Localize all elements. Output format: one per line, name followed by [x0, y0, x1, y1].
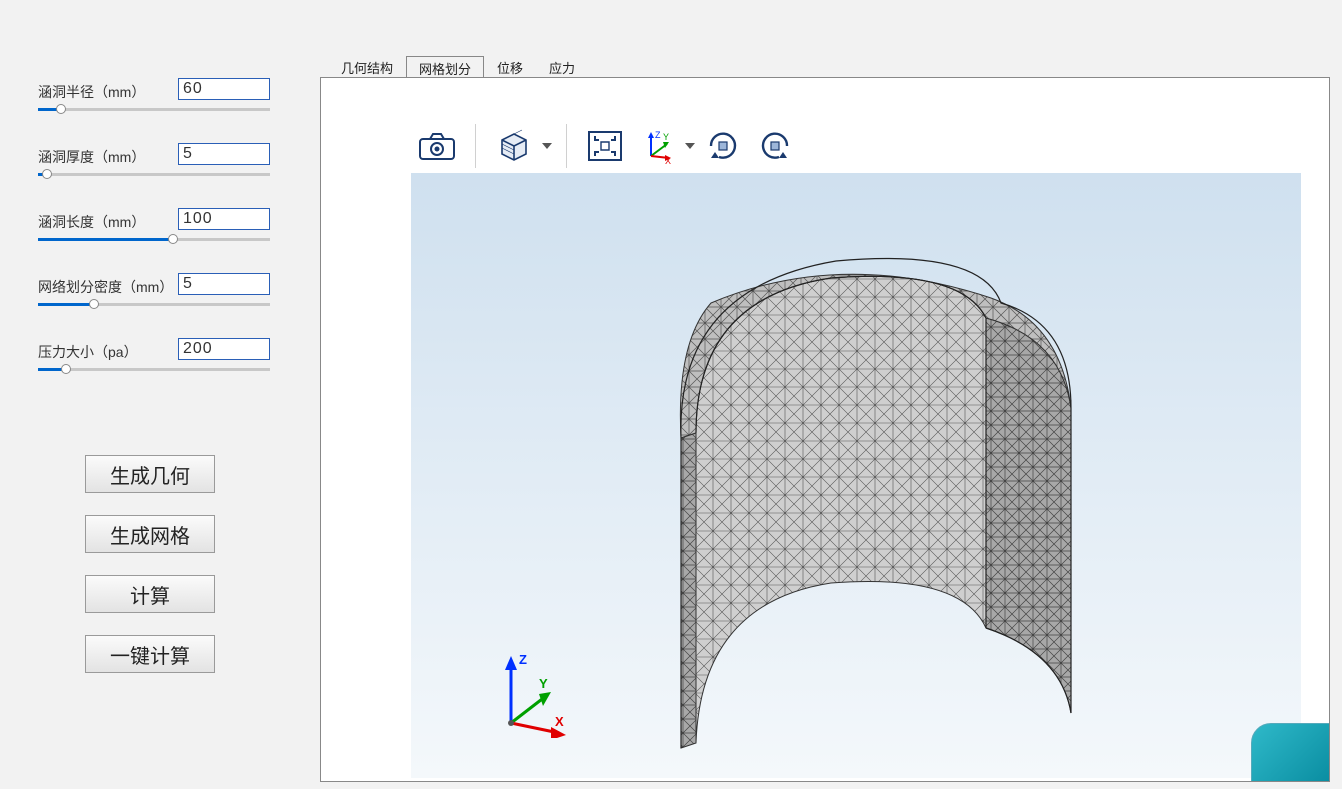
- corner-widget[interactable]: [1251, 723, 1330, 782]
- param-label: 涵洞半径（mm）: [38, 82, 145, 102]
- param-row-thickness: 涵洞厚度（mm）: [30, 135, 270, 200]
- action-buttons: 生成几何 生成网格 计算 一键计算: [30, 455, 270, 673]
- param-label: 涵洞厚度（mm）: [38, 147, 145, 167]
- fit-extent-icon[interactable]: [583, 124, 627, 168]
- svg-text:Z: Z: [655, 130, 661, 140]
- svg-text:X: X: [665, 156, 671, 164]
- view-cube-dropdown[interactable]: [540, 143, 554, 149]
- parameters-sidebar: 涵洞半径（mm） 涵洞厚度（mm） 涵洞长度（mm） 网络划分密度（mm）: [0, 0, 300, 789]
- generate-mesh-button[interactable]: 生成网格: [85, 515, 215, 553]
- param-row-pressure: 压力大小（pa）: [30, 330, 270, 395]
- screenshot-icon[interactable]: [415, 124, 459, 168]
- viewer-panel: 几何结构 网格划分 位移 应力: [320, 55, 1330, 785]
- viewer-toolbar: Z Y X: [411, 118, 801, 173]
- rotate-ccw-icon[interactable]: [753, 124, 797, 168]
- param-label: 涵洞长度（mm）: [38, 212, 145, 232]
- axes-dropdown[interactable]: [683, 143, 697, 149]
- pressure-slider[interactable]: [38, 364, 270, 376]
- axis-z-label: Z: [519, 652, 527, 667]
- 3d-viewport[interactable]: Z Y X: [411, 173, 1301, 778]
- mesh-density-slider[interactable]: [38, 299, 270, 311]
- radius-input[interactable]: [178, 78, 270, 100]
- radius-slider[interactable]: [38, 104, 270, 116]
- length-input[interactable]: [178, 208, 270, 230]
- param-row-length: 涵洞长度（mm）: [30, 200, 270, 265]
- tab-stress[interactable]: 应力: [536, 55, 588, 77]
- viewer-frame: Z Y X: [320, 77, 1330, 782]
- thickness-input[interactable]: [178, 143, 270, 165]
- tab-displacement[interactable]: 位移: [484, 55, 536, 77]
- mesh-density-input[interactable]: [178, 273, 270, 295]
- thickness-slider[interactable]: [38, 169, 270, 181]
- pressure-input[interactable]: [178, 338, 270, 360]
- axis-x-label: X: [555, 714, 564, 729]
- one-click-compute-button[interactable]: 一键计算: [85, 635, 215, 673]
- generate-geometry-button[interactable]: 生成几何: [85, 455, 215, 493]
- param-label: 网络划分密度（mm）: [38, 277, 173, 297]
- axes-orientation-icon[interactable]: Z Y X: [635, 124, 679, 168]
- view-cube-icon[interactable]: [492, 124, 536, 168]
- compute-button[interactable]: 计算: [85, 575, 215, 613]
- tab-geometry[interactable]: 几何结构: [328, 55, 406, 77]
- length-slider[interactable]: [38, 234, 270, 246]
- param-label: 压力大小（pa）: [38, 342, 138, 362]
- param-row-radius: 涵洞半径（mm）: [30, 70, 270, 135]
- rotate-cw-icon[interactable]: [701, 124, 745, 168]
- mesh-model: [641, 243, 1101, 753]
- tab-mesh[interactable]: 网格划分: [406, 56, 484, 78]
- svg-text:Y: Y: [663, 132, 669, 142]
- axis-y-label: Y: [539, 676, 548, 691]
- param-row-mesh-density: 网络划分密度（mm）: [30, 265, 270, 330]
- axes-triad: Z Y X: [491, 648, 581, 738]
- viewer-tabs: 几何结构 网格划分 位移 应力: [328, 55, 588, 77]
